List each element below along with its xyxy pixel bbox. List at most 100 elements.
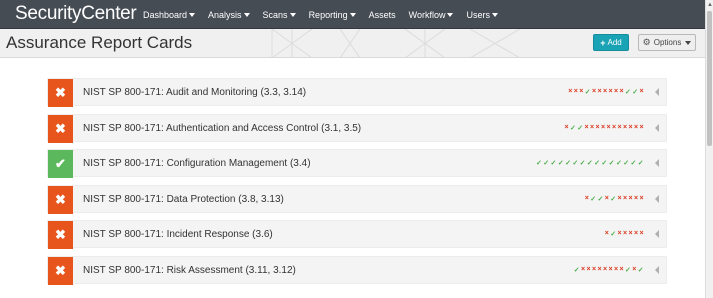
chevron-down-icon: [289, 12, 296, 17]
x-mark-icon: ×: [608, 88, 613, 95]
nav-item-dashboard[interactable]: Dashboard: [143, 10, 196, 20]
x-mark-icon: ×: [568, 88, 573, 95]
check-mark-icon: ✓: [610, 195, 617, 203]
options-button[interactable]: ⚙ Options: [638, 34, 696, 51]
nav-item-reporting[interactable]: Reporting: [309, 10, 356, 20]
nav-item-analysis[interactable]: Analysis: [208, 10, 250, 20]
x-mark-icon: ×: [573, 88, 579, 95]
check-mark-icon: ✓: [624, 89, 632, 96]
chevron-down-icon: [491, 12, 498, 17]
x-mark-icon: ×: [613, 265, 619, 273]
x-mark-icon: ×: [634, 230, 639, 237]
report-card[interactable]: ✖ NIST SP 800-171: Risk Assessment (3.11,…: [47, 255, 667, 285]
expand-arrow-icon[interactable]: [655, 159, 659, 167]
check-mark-icon: ✓: [569, 124, 577, 132]
check-mark-icon: ✓: [584, 89, 591, 96]
report-card[interactable]: ✖ NIST SP 800-171: Incident Response (3.6…: [47, 220, 667, 249]
chevron-down-icon: [349, 12, 356, 17]
check-icon: ✔: [48, 150, 73, 178]
expand-arrow-icon[interactable]: [655, 194, 659, 203]
expand-arrow-icon[interactable]: [655, 230, 659, 238]
plus-icon: +: [600, 37, 606, 48]
x-mark-icon: ×: [623, 194, 628, 202]
check-mark-icon: ✓: [610, 231, 617, 238]
report-card-title[interactable]: NIST SP 800-171: Audit and Monitoring (3…: [83, 87, 306, 98]
x-mark-icon: ×: [595, 123, 600, 131]
x-mark-icon: ×: [602, 88, 608, 95]
check-mark-icon: ✓: [565, 160, 572, 167]
nav-item-label: Users: [466, 9, 490, 20]
check-mark-icon: ✓: [615, 160, 623, 167]
check-mark-icon: ✓: [637, 266, 644, 274]
top-navigation-bar: SecurityCenter Dashboard Analysis Scans Rep…: [0, 0, 713, 29]
page-header: Assurance Report Cards + Add ⚙ Options: [0, 29, 705, 58]
nav-item-workflow[interactable]: Workflow: [409, 10, 454, 20]
check-mark-icon: ✓: [577, 124, 584, 132]
report-card-title[interactable]: NIST SP 800-171: Authentication and Acce…: [83, 123, 361, 134]
report-card[interactable]: ✔ NIST SP 800-171: Configuration Manageme…: [47, 149, 667, 178]
nav-item-assets[interactable]: Assets: [369, 10, 396, 20]
x-mark-icon: ×: [579, 88, 584, 95]
x-mark-icon: ×: [604, 230, 610, 237]
report-card-title[interactable]: NIST SP 800-171: Risk Assessment (3.11, …: [83, 265, 296, 276]
check-mark-icon: ✓: [608, 160, 615, 167]
check-mark-icon: ✓: [601, 160, 608, 167]
report-card[interactable]: ✖ NIST SP 800-171: Authentication and Acc…: [47, 113, 667, 143]
x-icon: ✖: [48, 256, 73, 285]
report-card[interactable]: ✖ NIST SP 800-171: Audit and Monitoring (…: [47, 78, 667, 107]
add-button[interactable]: + Add: [593, 34, 629, 51]
scroll-up-arrow-icon[interactable]: ▲: [706, 0, 713, 10]
chevron-down-icon: [243, 12, 250, 17]
check-mark-icon: ✓: [536, 160, 543, 167]
x-mark-icon: ×: [634, 194, 639, 202]
x-icon: ✖: [48, 221, 73, 249]
options-button-label: Options: [653, 38, 682, 47]
x-mark-icon: ×: [639, 88, 644, 95]
x-mark-icon: ×: [590, 123, 595, 131]
x-mark-icon: ×: [632, 265, 637, 273]
expand-arrow-icon[interactable]: [655, 123, 659, 132]
check-mark-icon: ✓: [630, 160, 637, 167]
nav-item-label: Workflow: [408, 9, 446, 20]
check-mark-icon: ✓: [557, 160, 565, 167]
check-mark-icon: ✓: [624, 266, 632, 274]
report-card-list: ✖ NIST SP 800-171: Audit and Monitoring (…: [47, 78, 667, 291]
nav-item-label: Analysis: [208, 9, 242, 20]
x-mark-icon: ×: [613, 88, 619, 95]
x-mark-icon: ×: [617, 194, 622, 202]
nav-item-scans[interactable]: Scans: [263, 10, 296, 20]
x-mark-icon: ×: [580, 265, 586, 273]
check-mark-icon: ✓: [594, 160, 601, 167]
gear-icon: ⚙: [642, 37, 651, 47]
check-mark-icon: ✓: [590, 195, 597, 203]
check-results: × ✓ × × × × ×: [604, 230, 644, 238]
x-mark-icon: ×: [591, 88, 597, 95]
x-mark-icon: ×: [639, 123, 644, 131]
app-logo[interactable]: SecurityCenter: [15, 3, 137, 25]
x-mark-icon: ×: [623, 230, 628, 237]
x-mark-icon: ×: [586, 265, 591, 273]
expand-arrow-icon[interactable]: [655, 88, 659, 96]
nav-item-users[interactable]: Users: [466, 10, 498, 20]
report-card[interactable]: ✖ NIST SP 800-171: Data Protection (3.8, …: [47, 184, 667, 214]
x-mark-icon: ×: [634, 123, 639, 131]
x-mark-icon: ×: [623, 123, 628, 131]
check-mark-icon: ✓: [597, 195, 604, 203]
check-mark-icon: ✓: [632, 89, 639, 96]
chevron-down-icon: [447, 12, 454, 17]
report-card-title[interactable]: NIST SP 800-171: Configuration Managemen…: [83, 158, 311, 169]
nav-item-label: Reporting: [308, 9, 348, 20]
x-mark-icon: ×: [628, 194, 633, 202]
check-results: × ✓ ✓ × ✓ × × × × ×: [584, 195, 644, 203]
expand-arrow-icon[interactable]: [655, 265, 659, 274]
x-mark-icon: ×: [608, 265, 613, 273]
report-card-title[interactable]: NIST SP 800-171: Incident Response (3.6): [83, 229, 273, 240]
page-scrollbar[interactable]: ▲: [705, 0, 713, 298]
report-card-title[interactable]: NIST SP 800-171: Data Protection (3.8, 3…: [83, 194, 284, 205]
scrollbar-thumb[interactable]: [707, 11, 712, 146]
x-mark-icon: ×: [606, 123, 611, 131]
check-results: ✓ ✓ ✓ ✓ ✓ ✓ ✓ ✓ ✓ ✓ ✓ ✓ ✓ ✓ ✓: [535, 159, 644, 167]
check-mark-icon: ✓: [543, 160, 550, 167]
x-mark-icon: ×: [564, 123, 569, 131]
x-icon: ✖: [48, 79, 73, 107]
